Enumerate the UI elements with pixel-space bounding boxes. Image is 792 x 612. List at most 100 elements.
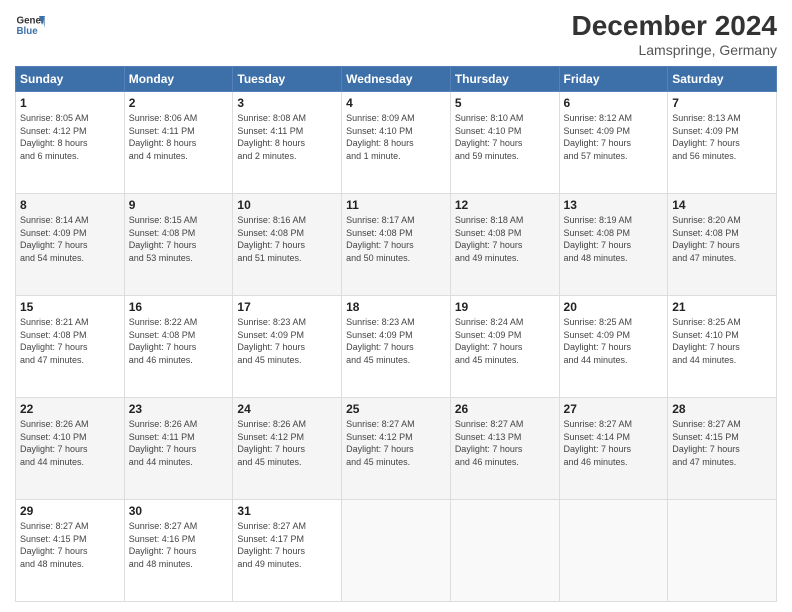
calendar-cell: 22 Sunrise: 8:26 AMSunset: 4:10 PMDaylig… [16,398,125,500]
day-number: 1 [20,96,120,110]
day-number: 23 [129,402,229,416]
col-tuesday: Tuesday [233,67,342,92]
week-row-1: 1 Sunrise: 8:05 AMSunset: 4:12 PMDayligh… [16,92,777,194]
cell-content: Sunrise: 8:23 AMSunset: 4:09 PMDaylight:… [346,316,446,366]
page: General Blue December 2024 Lamspringe, G… [0,0,792,612]
col-saturday: Saturday [668,67,777,92]
week-row-3: 15 Sunrise: 8:21 AMSunset: 4:08 PMDaylig… [16,296,777,398]
day-number: 2 [129,96,229,110]
calendar-cell: 7 Sunrise: 8:13 AMSunset: 4:09 PMDayligh… [668,92,777,194]
day-number: 5 [455,96,555,110]
logo: General Blue [15,10,45,40]
cell-content: Sunrise: 8:05 AMSunset: 4:12 PMDaylight:… [20,112,120,162]
day-number: 27 [564,402,664,416]
day-number: 29 [20,504,120,518]
cell-content: Sunrise: 8:18 AMSunset: 4:08 PMDaylight:… [455,214,555,264]
day-number: 9 [129,198,229,212]
cell-content: Sunrise: 8:24 AMSunset: 4:09 PMDaylight:… [455,316,555,366]
cell-content: Sunrise: 8:26 AMSunset: 4:11 PMDaylight:… [129,418,229,468]
calendar-cell: 17 Sunrise: 8:23 AMSunset: 4:09 PMDaylig… [233,296,342,398]
day-number: 18 [346,300,446,314]
calendar-cell: 27 Sunrise: 8:27 AMSunset: 4:14 PMDaylig… [559,398,668,500]
day-number: 31 [237,504,337,518]
cell-content: Sunrise: 8:23 AMSunset: 4:09 PMDaylight:… [237,316,337,366]
cell-content: Sunrise: 8:26 AMSunset: 4:10 PMDaylight:… [20,418,120,468]
day-number: 11 [346,198,446,212]
day-number: 10 [237,198,337,212]
cell-content: Sunrise: 8:25 AMSunset: 4:10 PMDaylight:… [672,316,772,366]
cell-content: Sunrise: 8:27 AMSunset: 4:15 PMDaylight:… [672,418,772,468]
day-number: 20 [564,300,664,314]
calendar-cell [668,500,777,602]
calendar-cell: 26 Sunrise: 8:27 AMSunset: 4:13 PMDaylig… [450,398,559,500]
cell-content: Sunrise: 8:27 AMSunset: 4:15 PMDaylight:… [20,520,120,570]
col-thursday: Thursday [450,67,559,92]
calendar-body: 1 Sunrise: 8:05 AMSunset: 4:12 PMDayligh… [16,92,777,602]
day-number: 4 [346,96,446,110]
cell-content: Sunrise: 8:27 AMSunset: 4:14 PMDaylight:… [564,418,664,468]
cell-content: Sunrise: 8:27 AMSunset: 4:16 PMDaylight:… [129,520,229,570]
logo-icon: General Blue [15,10,45,40]
cell-content: Sunrise: 8:16 AMSunset: 4:08 PMDaylight:… [237,214,337,264]
calendar-cell [559,500,668,602]
day-number: 14 [672,198,772,212]
calendar-header: Sunday Monday Tuesday Wednesday Thursday… [16,67,777,92]
day-number: 28 [672,402,772,416]
main-title: December 2024 [572,10,777,42]
title-area: December 2024 Lamspringe, Germany [572,10,777,58]
calendar-cell: 18 Sunrise: 8:23 AMSunset: 4:09 PMDaylig… [342,296,451,398]
calendar-cell: 23 Sunrise: 8:26 AMSunset: 4:11 PMDaylig… [124,398,233,500]
day-number: 3 [237,96,337,110]
col-monday: Monday [124,67,233,92]
calendar-cell: 6 Sunrise: 8:12 AMSunset: 4:09 PMDayligh… [559,92,668,194]
cell-content: Sunrise: 8:20 AMSunset: 4:08 PMDaylight:… [672,214,772,264]
calendar-cell: 8 Sunrise: 8:14 AMSunset: 4:09 PMDayligh… [16,194,125,296]
calendar-cell: 31 Sunrise: 8:27 AMSunset: 4:17 PMDaylig… [233,500,342,602]
calendar-cell: 15 Sunrise: 8:21 AMSunset: 4:08 PMDaylig… [16,296,125,398]
cell-content: Sunrise: 8:26 AMSunset: 4:12 PMDaylight:… [237,418,337,468]
calendar-cell: 20 Sunrise: 8:25 AMSunset: 4:09 PMDaylig… [559,296,668,398]
cell-content: Sunrise: 8:08 AMSunset: 4:11 PMDaylight:… [237,112,337,162]
calendar-cell: 4 Sunrise: 8:09 AMSunset: 4:10 PMDayligh… [342,92,451,194]
cell-content: Sunrise: 8:12 AMSunset: 4:09 PMDaylight:… [564,112,664,162]
day-number: 8 [20,198,120,212]
header: General Blue December 2024 Lamspringe, G… [15,10,777,58]
subtitle: Lamspringe, Germany [572,42,777,58]
calendar-cell: 29 Sunrise: 8:27 AMSunset: 4:15 PMDaylig… [16,500,125,602]
day-number: 24 [237,402,337,416]
cell-content: Sunrise: 8:09 AMSunset: 4:10 PMDaylight:… [346,112,446,162]
day-number: 13 [564,198,664,212]
cell-content: Sunrise: 8:19 AMSunset: 4:08 PMDaylight:… [564,214,664,264]
cell-content: Sunrise: 8:15 AMSunset: 4:08 PMDaylight:… [129,214,229,264]
calendar-cell [450,500,559,602]
calendar-table: Sunday Monday Tuesday Wednesday Thursday… [15,66,777,602]
calendar-cell: 2 Sunrise: 8:06 AMSunset: 4:11 PMDayligh… [124,92,233,194]
header-row: Sunday Monday Tuesday Wednesday Thursday… [16,67,777,92]
col-sunday: Sunday [16,67,125,92]
calendar-cell: 19 Sunrise: 8:24 AMSunset: 4:09 PMDaylig… [450,296,559,398]
cell-content: Sunrise: 8:25 AMSunset: 4:09 PMDaylight:… [564,316,664,366]
week-row-2: 8 Sunrise: 8:14 AMSunset: 4:09 PMDayligh… [16,194,777,296]
calendar-cell: 10 Sunrise: 8:16 AMSunset: 4:08 PMDaylig… [233,194,342,296]
day-number: 19 [455,300,555,314]
cell-content: Sunrise: 8:27 AMSunset: 4:13 PMDaylight:… [455,418,555,468]
calendar-cell: 24 Sunrise: 8:26 AMSunset: 4:12 PMDaylig… [233,398,342,500]
day-number: 6 [564,96,664,110]
calendar-cell: 16 Sunrise: 8:22 AMSunset: 4:08 PMDaylig… [124,296,233,398]
day-number: 12 [455,198,555,212]
cell-content: Sunrise: 8:22 AMSunset: 4:08 PMDaylight:… [129,316,229,366]
day-number: 7 [672,96,772,110]
cell-content: Sunrise: 8:10 AMSunset: 4:10 PMDaylight:… [455,112,555,162]
calendar-cell: 28 Sunrise: 8:27 AMSunset: 4:15 PMDaylig… [668,398,777,500]
week-row-5: 29 Sunrise: 8:27 AMSunset: 4:15 PMDaylig… [16,500,777,602]
col-friday: Friday [559,67,668,92]
cell-content: Sunrise: 8:27 AMSunset: 4:17 PMDaylight:… [237,520,337,570]
calendar-cell: 30 Sunrise: 8:27 AMSunset: 4:16 PMDaylig… [124,500,233,602]
cell-content: Sunrise: 8:21 AMSunset: 4:08 PMDaylight:… [20,316,120,366]
day-number: 16 [129,300,229,314]
day-number: 22 [20,402,120,416]
calendar-cell: 13 Sunrise: 8:19 AMSunset: 4:08 PMDaylig… [559,194,668,296]
col-wednesday: Wednesday [342,67,451,92]
calendar-cell: 9 Sunrise: 8:15 AMSunset: 4:08 PMDayligh… [124,194,233,296]
calendar-cell: 14 Sunrise: 8:20 AMSunset: 4:08 PMDaylig… [668,194,777,296]
